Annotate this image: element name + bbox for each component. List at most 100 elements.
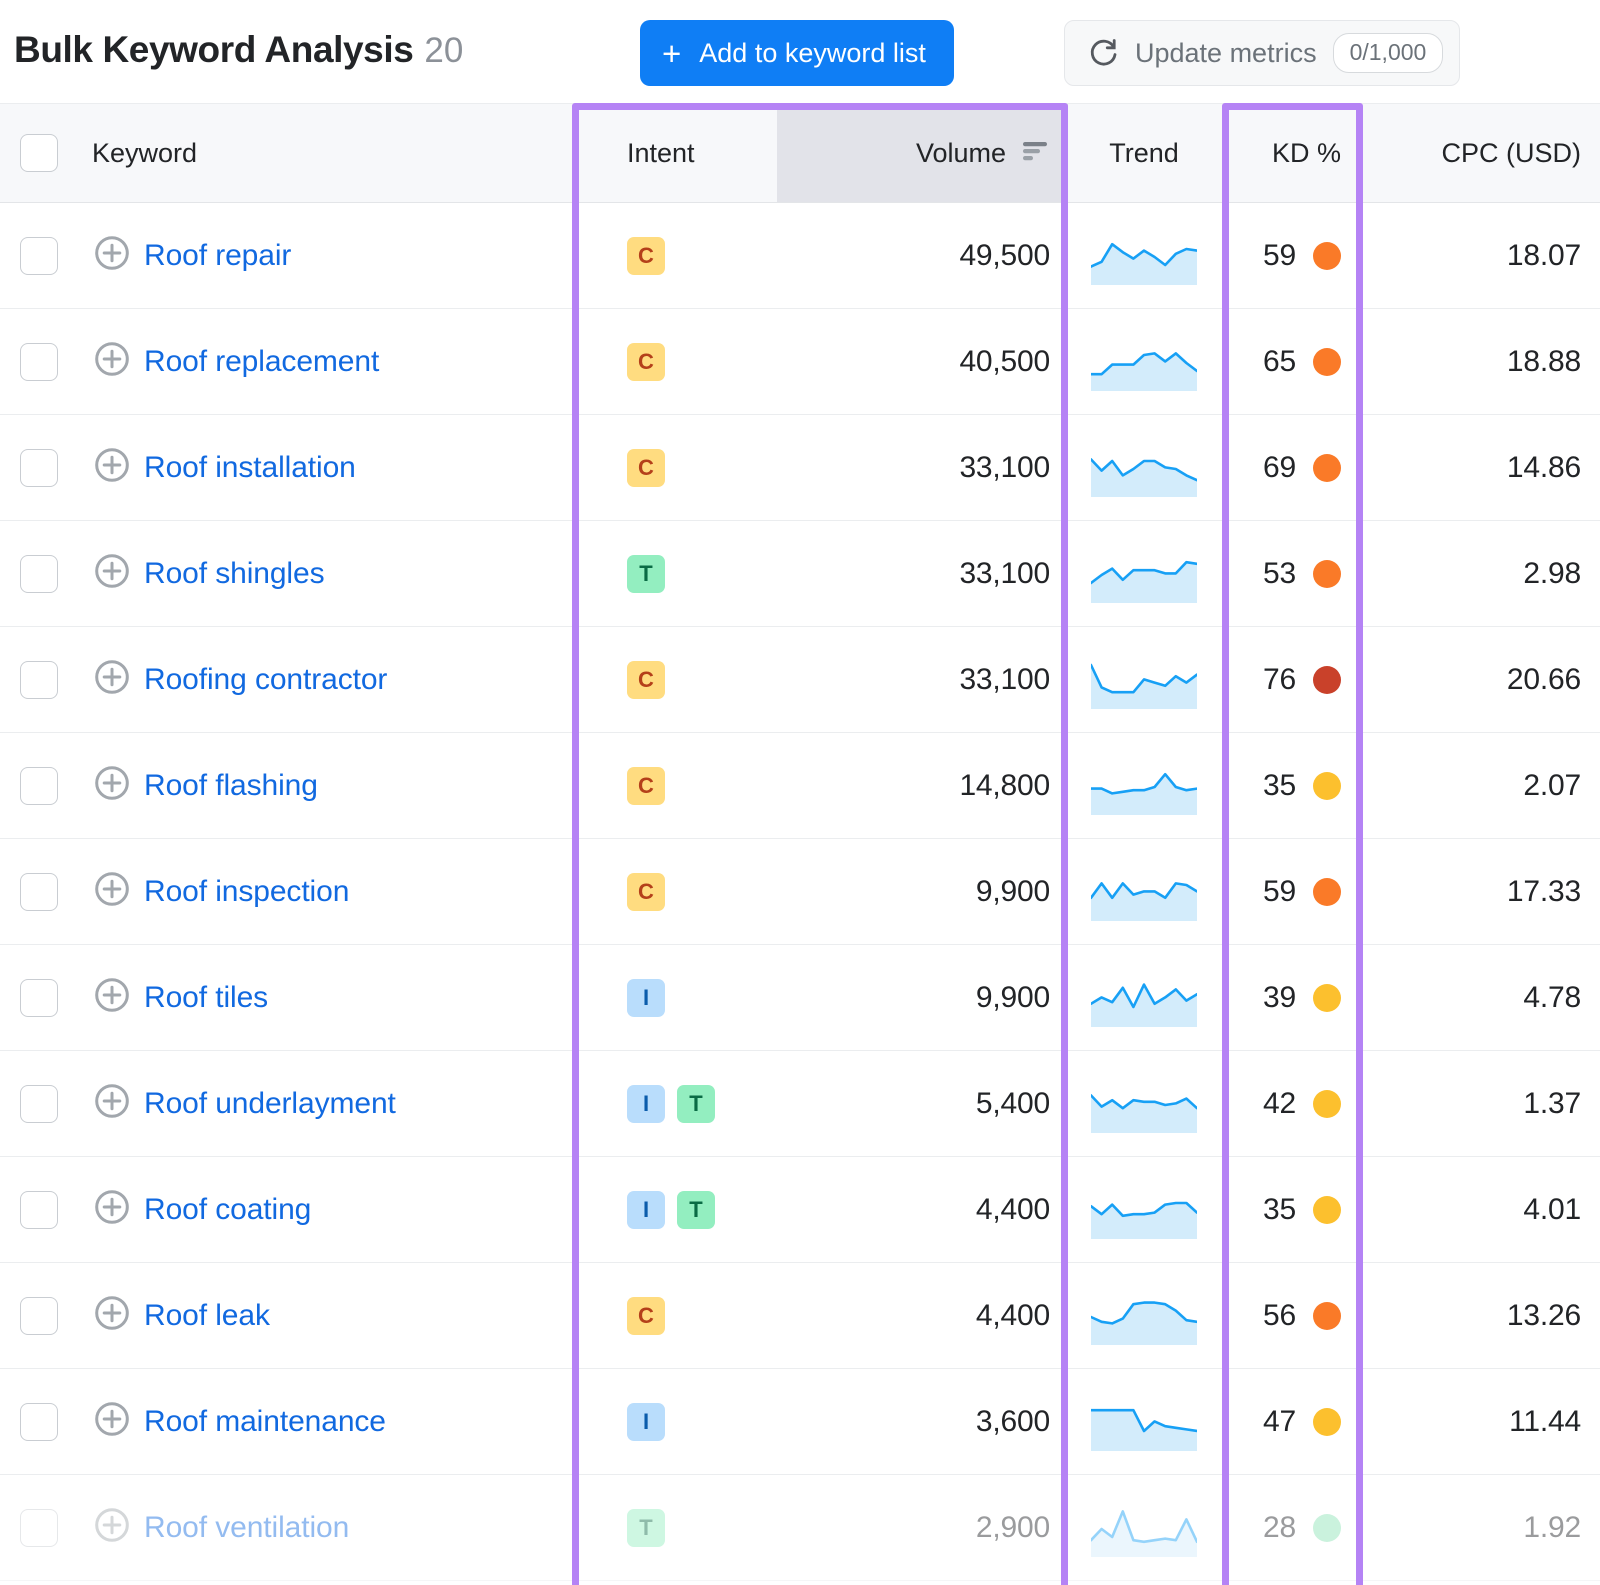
kd-cell: 35 xyxy=(1220,733,1365,838)
intent-badge-c[interactable]: C xyxy=(627,449,665,487)
row-checkbox[interactable] xyxy=(20,873,58,911)
keyword-link[interactable]: Roof maintenance xyxy=(144,1405,386,1439)
intent-badge-i[interactable]: I xyxy=(627,1085,665,1123)
plus-circle-icon[interactable] xyxy=(94,765,130,806)
cpc-value: 1.92 xyxy=(1523,1511,1581,1545)
intent-badge-t[interactable]: T xyxy=(627,555,665,593)
keyword-link[interactable]: Roof coating xyxy=(144,1193,311,1227)
row-checkbox[interactable] xyxy=(20,449,58,487)
cpc-cell: 17.33 xyxy=(1365,839,1600,944)
keyword-link[interactable]: Roofing contractor xyxy=(144,663,387,697)
table-row[interactable]: Roof ventilationT2,900281.92 xyxy=(0,1475,1600,1581)
intent-badge-i[interactable]: I xyxy=(627,1191,665,1229)
plus-circle-icon[interactable] xyxy=(94,1083,130,1124)
keyword-link[interactable]: Roof repair xyxy=(144,239,291,273)
kd-cell: 42 xyxy=(1220,1051,1365,1156)
table-row[interactable]: Roof coatingIT4,400354.01 xyxy=(0,1157,1600,1263)
keyword-link[interactable]: Roof shingles xyxy=(144,557,324,591)
intent-badge-c[interactable]: C xyxy=(627,767,665,805)
column-header-keyword[interactable]: Keyword xyxy=(78,104,572,202)
plus-circle-icon[interactable] xyxy=(94,1189,130,1230)
table-row[interactable]: Roof installationC33,1006914.86 xyxy=(0,415,1600,521)
keyword-link[interactable]: Roof installation xyxy=(144,451,356,485)
row-checkbox[interactable] xyxy=(20,1509,58,1547)
intent-cell: C xyxy=(572,415,777,520)
intent-badge-c[interactable]: C xyxy=(627,661,665,699)
column-label-kd: KD % xyxy=(1272,138,1341,169)
trend-sparkline-icon xyxy=(1091,1499,1197,1557)
kd-value: 35 xyxy=(1263,769,1296,803)
keyword-link[interactable]: Roof underlayment xyxy=(144,1087,396,1121)
kd-cell: 35 xyxy=(1220,1157,1365,1262)
table-body: Roof repairC49,5005918.07Roof replacemen… xyxy=(0,203,1600,1581)
row-checkbox[interactable] xyxy=(20,237,58,275)
table-row[interactable]: Roof repairC49,5005918.07 xyxy=(0,203,1600,309)
keyword-cell: Roof ventilation xyxy=(78,1475,572,1580)
plus-circle-icon[interactable] xyxy=(94,659,130,700)
column-header-trend[interactable]: Trend xyxy=(1068,104,1220,202)
keyword-cell: Roof tiles xyxy=(78,945,572,1050)
table-row[interactable]: Roof replacementC40,5006518.88 xyxy=(0,309,1600,415)
table-row[interactable]: Roof tilesI9,900394.78 xyxy=(0,945,1600,1051)
keyword-link[interactable]: Roof tiles xyxy=(144,981,268,1015)
table-row[interactable]: Roof maintenanceI3,6004711.44 xyxy=(0,1369,1600,1475)
trend-cell xyxy=(1068,733,1220,838)
plus-circle-icon[interactable] xyxy=(94,1401,130,1442)
column-header-volume[interactable]: Volume xyxy=(777,104,1068,202)
update-metrics-button[interactable]: Update metrics 0/1,000 xyxy=(1064,20,1460,86)
table-row[interactable]: Roofing contractorC33,1007620.66 xyxy=(0,627,1600,733)
keyword-link[interactable]: Roof leak xyxy=(144,1299,270,1333)
intent-badge-t[interactable]: T xyxy=(677,1085,715,1123)
intent-badge-i[interactable]: I xyxy=(627,979,665,1017)
trend-sparkline-icon xyxy=(1091,863,1197,921)
intent-badge-t[interactable]: T xyxy=(677,1191,715,1229)
table-row[interactable]: Roof inspectionC9,9005917.33 xyxy=(0,839,1600,945)
plus-circle-icon[interactable] xyxy=(94,235,130,276)
row-checkbox[interactable] xyxy=(20,1403,58,1441)
plus-circle-icon[interactable] xyxy=(94,977,130,1018)
row-checkbox[interactable] xyxy=(20,1297,58,1335)
row-checkbox[interactable] xyxy=(20,1191,58,1229)
plus-circle-icon[interactable] xyxy=(94,1295,130,1336)
table-row[interactable]: Roof leakC4,4005613.26 xyxy=(0,1263,1600,1369)
row-select-cell xyxy=(0,1475,78,1580)
column-header-kd[interactable]: KD % xyxy=(1220,104,1365,202)
plus-circle-icon[interactable] xyxy=(94,871,130,912)
intent-badge-t[interactable]: T xyxy=(627,1509,665,1547)
column-header-intent[interactable]: Intent xyxy=(572,104,777,202)
keyword-link[interactable]: Roof replacement xyxy=(144,345,379,379)
intent-badge-i[interactable]: I xyxy=(627,1403,665,1441)
plus-circle-icon[interactable] xyxy=(94,341,130,382)
volume-cell: 4,400 xyxy=(777,1263,1068,1368)
row-select-cell xyxy=(0,945,78,1050)
keyword-link[interactable]: Roof flashing xyxy=(144,769,318,803)
intent-badge-c[interactable]: C xyxy=(627,237,665,275)
row-checkbox[interactable] xyxy=(20,343,58,381)
row-checkbox[interactable] xyxy=(20,767,58,805)
row-checkbox[interactable] xyxy=(20,1085,58,1123)
trend-cell xyxy=(1068,1263,1220,1368)
table-row[interactable]: Roof flashingC14,800352.07 xyxy=(0,733,1600,839)
row-checkbox[interactable] xyxy=(20,555,58,593)
intent-badge-c[interactable]: C xyxy=(627,873,665,911)
keyword-link[interactable]: Roof inspection xyxy=(144,875,349,909)
column-header-cpc[interactable]: CPC (USD) xyxy=(1365,104,1600,202)
sort-descending-icon[interactable] xyxy=(1020,138,1050,169)
cpc-value: 1.37 xyxy=(1523,1087,1581,1121)
intent-badge-c[interactable]: C xyxy=(627,343,665,381)
row-checkbox[interactable] xyxy=(20,661,58,699)
plus-circle-icon[interactable] xyxy=(94,447,130,488)
intent-badge-c[interactable]: C xyxy=(627,1297,665,1335)
row-checkbox[interactable] xyxy=(20,979,58,1017)
keyword-link[interactable]: Roof ventilation xyxy=(144,1511,349,1545)
plus-circle-icon[interactable] xyxy=(94,553,130,594)
select-all-checkbox[interactable] xyxy=(20,134,58,172)
table-row[interactable]: Roof underlaymentIT5,400421.37 xyxy=(0,1051,1600,1157)
cpc-cell: 1.37 xyxy=(1365,1051,1600,1156)
plus-circle-icon[interactable] xyxy=(94,1507,130,1548)
cpc-cell: 18.88 xyxy=(1365,309,1600,414)
table-row[interactable]: Roof shinglesT33,100532.98 xyxy=(0,521,1600,627)
add-to-keyword-list-button[interactable]: + Add to keyword list xyxy=(640,20,954,86)
row-select-cell xyxy=(0,1051,78,1156)
cpc-cell: 2.07 xyxy=(1365,733,1600,838)
